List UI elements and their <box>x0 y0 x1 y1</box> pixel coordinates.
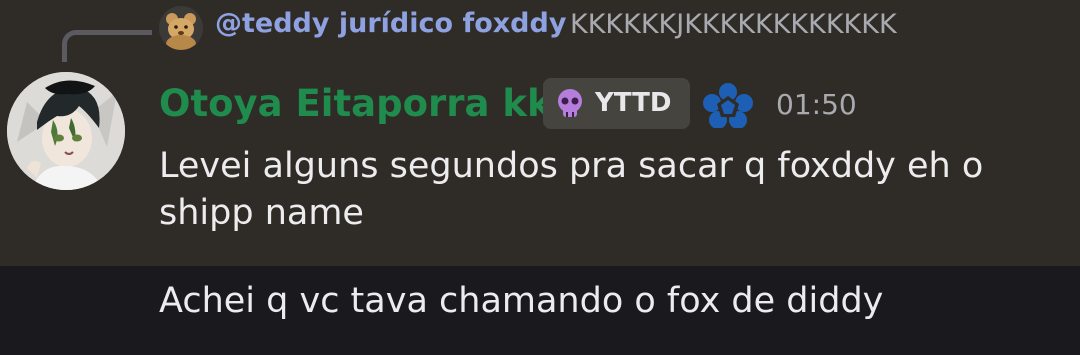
message-content: Levei alguns segundos pra sacar q foxddy… <box>159 146 984 233</box>
blue-flower-icon[interactable] <box>702 82 754 128</box>
username[interactable]: Otoya Eitaporra kk <box>159 82 552 125</box>
server-tag-label: YTTD <box>595 88 672 118</box>
reply-preview-text[interactable]: KKKKKKJKKKKKKKKKKKK <box>570 9 897 40</box>
reply-spine <box>62 30 152 62</box>
reply-mention[interactable]: @teddy jurídico foxddy <box>215 8 566 39</box>
timestamp[interactable]: 01:50 <box>776 88 857 121</box>
skull-icon <box>558 89 582 117</box>
reply-avatar[interactable] <box>159 6 203 50</box>
followup-message-content: Achei q vc tava chamando o fox de diddy <box>159 281 884 321</box>
avatar[interactable] <box>7 72 125 190</box>
message-group: @teddy jurídico foxddy KKKKKKJKKKKKKKKKK… <box>0 0 1080 266</box>
anime-character-avatar-icon <box>7 72 125 190</box>
teddy-bear-avatar-icon <box>159 6 203 50</box>
server-tag[interactable]: YTTD <box>543 78 690 129</box>
